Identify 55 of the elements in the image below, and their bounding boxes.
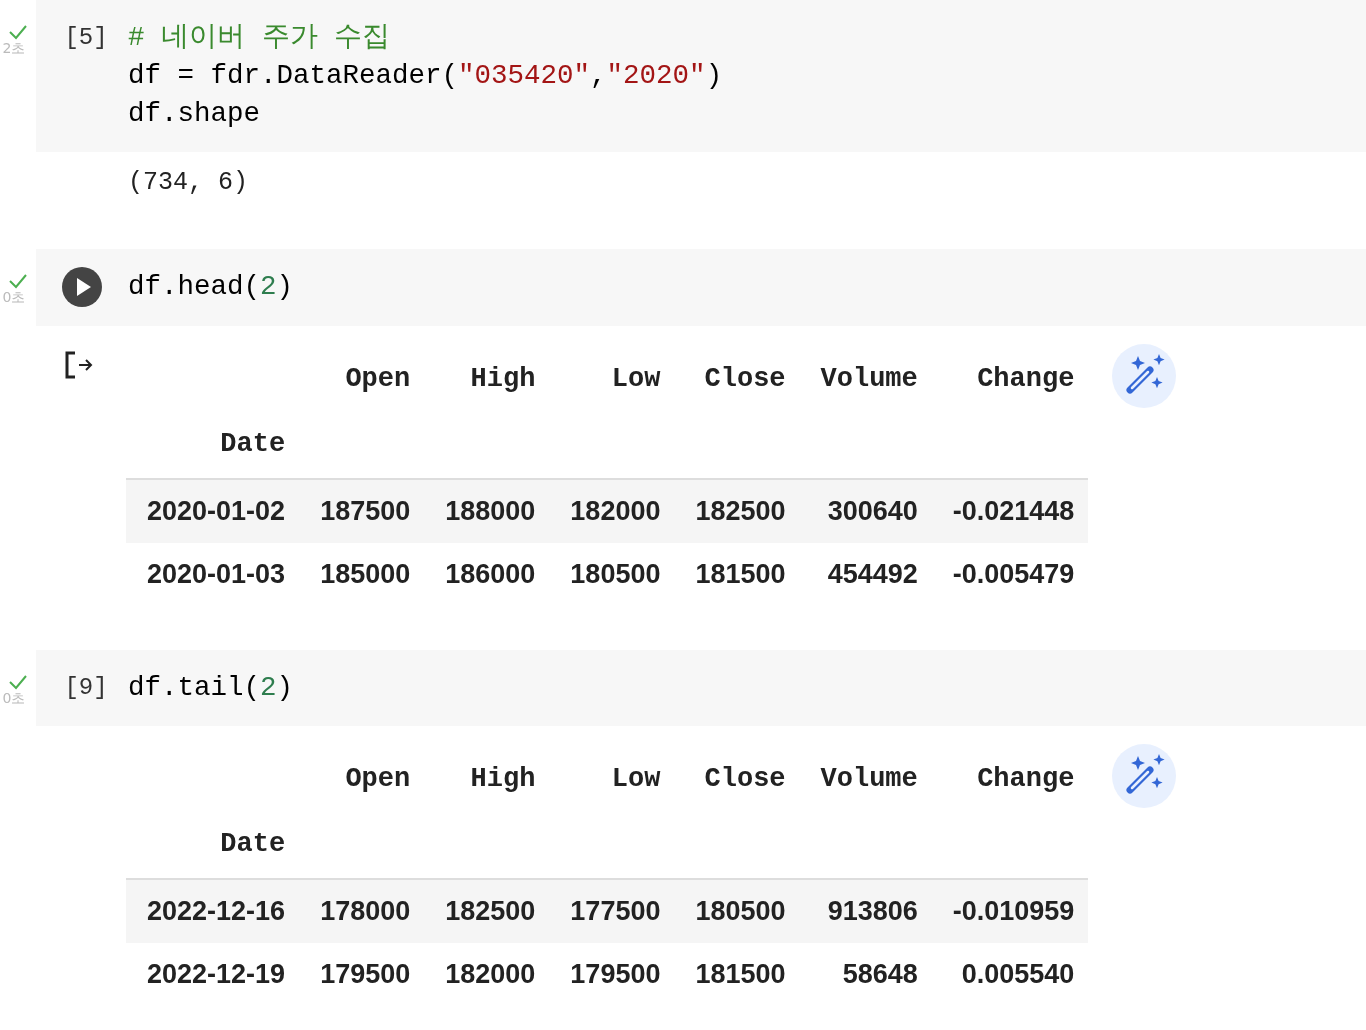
execution-count: [5] (64, 23, 108, 53)
table-cell: 181500 (674, 943, 800, 1006)
table-cell: 179500 (549, 943, 675, 1006)
table-cell: 182500 (424, 879, 550, 943)
column-header: Change (976, 763, 1076, 796)
table-cell: -0.005479 (931, 543, 1089, 606)
table-cell: 180500 (674, 879, 800, 943)
table-cell: 185000 (299, 543, 425, 606)
column-header: High (469, 763, 537, 796)
code-line: df.tail(2) (128, 671, 294, 705)
table-cell: 179500 (299, 943, 425, 1006)
row-index: 2020-01-02 (126, 479, 300, 543)
column-header: Volume (819, 363, 919, 396)
execution-time: 0초 (2, 690, 26, 708)
table-cell: 178000 (299, 879, 425, 943)
table-cell: -0.010959 (931, 879, 1089, 943)
execution-time: 2초 (2, 40, 26, 58)
code-line: df = fdr.DataReader("035420","2020") (128, 59, 723, 93)
column-header: Close (703, 763, 787, 796)
row-index: 2020-01-03 (126, 543, 300, 606)
table-cell: 182000 (424, 943, 550, 1006)
row-index: 2022-12-19 (126, 943, 300, 1006)
table-cell: 188000 (424, 479, 550, 543)
table-cell: 182500 (674, 479, 800, 543)
table-cell: 187500 (299, 479, 425, 543)
column-header: Low (610, 763, 662, 796)
table-cell: 186000 (424, 543, 550, 606)
table-cell: 181500 (674, 543, 800, 606)
table-cell: 58648 (799, 943, 932, 1006)
column-header: Open (344, 763, 412, 796)
table-cell: 177500 (549, 879, 675, 943)
table-cell: 0.005540 (931, 943, 1089, 1006)
table-cell: 180500 (549, 543, 675, 606)
table-cell: 300640 (799, 479, 932, 543)
table-cell: 454492 (799, 543, 932, 606)
table-cell: -0.021448 (931, 479, 1089, 543)
table-cell: 913806 (799, 879, 932, 943)
column-header: Close (703, 363, 787, 396)
column-header: Volume (819, 763, 919, 796)
run-button[interactable] (62, 267, 102, 307)
output-exit-icon[interactable] (64, 351, 94, 379)
row-index: 2022-12-16 (126, 879, 300, 943)
magic-wand-button[interactable] (1112, 344, 1177, 408)
execution-count: [9] (64, 673, 108, 703)
column-header: High (469, 363, 537, 396)
execution-time: 0초 (2, 289, 26, 307)
code-line: df.head(2) (128, 270, 294, 304)
column-header: Low (610, 363, 662, 396)
magic-wand-button[interactable] (1112, 744, 1177, 808)
code-line: # 네이버 주가 수집 (128, 21, 391, 55)
column-header: Change (976, 363, 1076, 396)
code-line: df.shape (128, 97, 262, 131)
table-cell: 182000 (549, 479, 675, 543)
column-header: Open (344, 363, 412, 396)
output-text: (734, 6) (127, 167, 250, 199)
